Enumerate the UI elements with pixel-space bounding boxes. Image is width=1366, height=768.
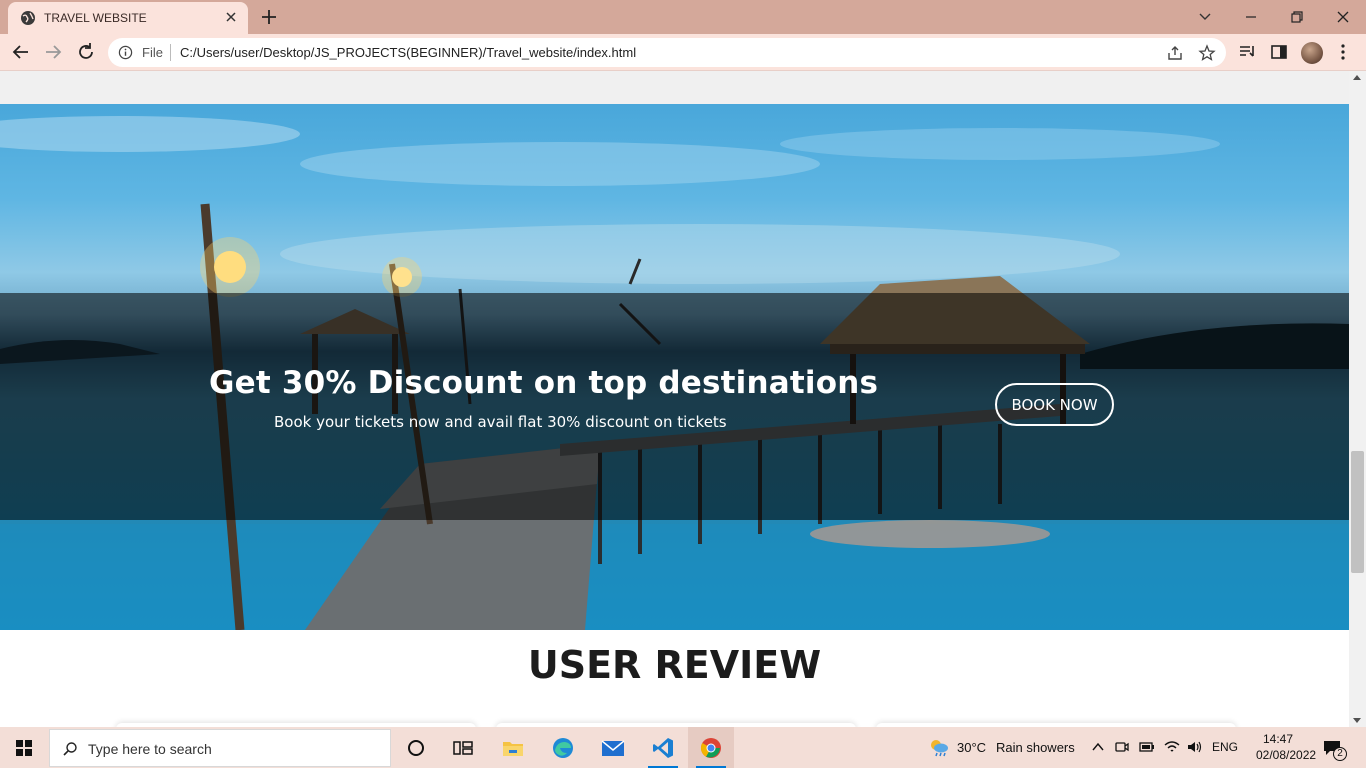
back-arrow-icon[interactable] (10, 41, 32, 63)
bookmark-star-icon[interactable] (1198, 44, 1216, 62)
scrollbar-thumb[interactable] (1351, 451, 1364, 573)
mail-icon[interactable] (590, 727, 636, 768)
clock-date: 02/08/2022 (1256, 748, 1317, 762)
vscode-icon[interactable] (640, 727, 686, 768)
volume-icon[interactable] (1186, 739, 1204, 755)
divider (170, 44, 171, 61)
language-indicator[interactable]: ENG (1212, 740, 1238, 754)
new-tab-icon[interactable] (258, 6, 280, 28)
book-now-button[interactable]: BOOK NOW (995, 383, 1114, 426)
chevron-up-icon[interactable] (1091, 740, 1105, 754)
search-icon (63, 742, 77, 756)
hero-subtitle: Book your tickets now and avail flat 30%… (274, 413, 727, 431)
meet-now-icon[interactable] (1114, 739, 1130, 755)
browser-titlebar: TRAVEL WEBSITE (0, 0, 1366, 34)
browser-toolbar: File C:/Users/user/Desktop/JS_PROJECTS(B… (0, 34, 1366, 71)
tab-title: TRAVEL WEBSITE (44, 11, 147, 25)
clock[interactable]: 14:47 02/08/2022 (1256, 731, 1317, 763)
scheme-label: File (142, 45, 163, 60)
hero-overlay: Get 30% Discount on top destinations Boo… (0, 293, 1349, 520)
hero-title: Get 30% Discount on top destinations (209, 365, 879, 401)
scroll-up-arrow-icon[interactable] (1353, 75, 1361, 80)
user-review-heading: USER REVIEW (527, 643, 822, 687)
taskbar-search-box[interactable]: Type here to search (49, 729, 391, 767)
edge-icon[interactable] (540, 727, 586, 768)
scroll-down-arrow-icon[interactable] (1353, 718, 1361, 723)
reading-list-icon[interactable] (1237, 42, 1257, 62)
chrome-icon[interactable] (688, 727, 734, 768)
cortana-icon[interactable] (393, 727, 439, 768)
windows-start-icon[interactable] (0, 727, 48, 768)
reload-icon[interactable] (75, 41, 97, 63)
url-text[interactable]: C:/Users/user/Desktop/JS_PROJECTS(BEGINN… (180, 45, 636, 60)
browser-tab[interactable]: TRAVEL WEBSITE (8, 2, 248, 34)
task-view-icon[interactable] (440, 727, 486, 768)
clock-time: 14:47 (1262, 732, 1294, 746)
hero-banner: Get 30% Discount on top destinations Boo… (0, 104, 1349, 630)
kebab-menu-icon[interactable] (1333, 42, 1353, 62)
search-placeholder: Type here to search (88, 741, 212, 757)
forward-arrow-icon[interactable] (42, 41, 64, 63)
wifi-icon[interactable] (1163, 739, 1181, 755)
close-tab-icon[interactable] (222, 8, 240, 26)
info-icon[interactable] (118, 45, 133, 60)
address-bar[interactable]: File C:/Users/user/Desktop/JS_PROJECTS(B… (108, 38, 1226, 67)
weather-temp[interactable]: 30°C (957, 740, 986, 755)
restore-icon[interactable] (1284, 4, 1310, 30)
page-viewport: Get 30% Discount on top destinations Boo… (0, 71, 1366, 727)
section-divider (0, 71, 1349, 104)
tab-search-chevron-icon[interactable] (1192, 4, 1218, 30)
profile-avatar[interactable] (1301, 42, 1323, 64)
share-icon[interactable] (1166, 44, 1184, 62)
notification-count-badge: 2 (1333, 747, 1347, 761)
weather-rain-icon[interactable] (928, 738, 950, 758)
battery-icon[interactable] (1138, 739, 1156, 755)
weather-condition[interactable]: Rain showers (996, 740, 1075, 755)
globe-icon (21, 11, 35, 25)
windows-taskbar: Type here to search 30°C Rain showers EN… (0, 727, 1366, 768)
close-window-icon[interactable] (1330, 4, 1356, 30)
side-panel-icon[interactable] (1269, 42, 1289, 62)
minimize-icon[interactable] (1238, 4, 1264, 30)
vertical-scrollbar[interactable] (1349, 71, 1366, 727)
file-explorer-icon[interactable] (490, 727, 536, 768)
